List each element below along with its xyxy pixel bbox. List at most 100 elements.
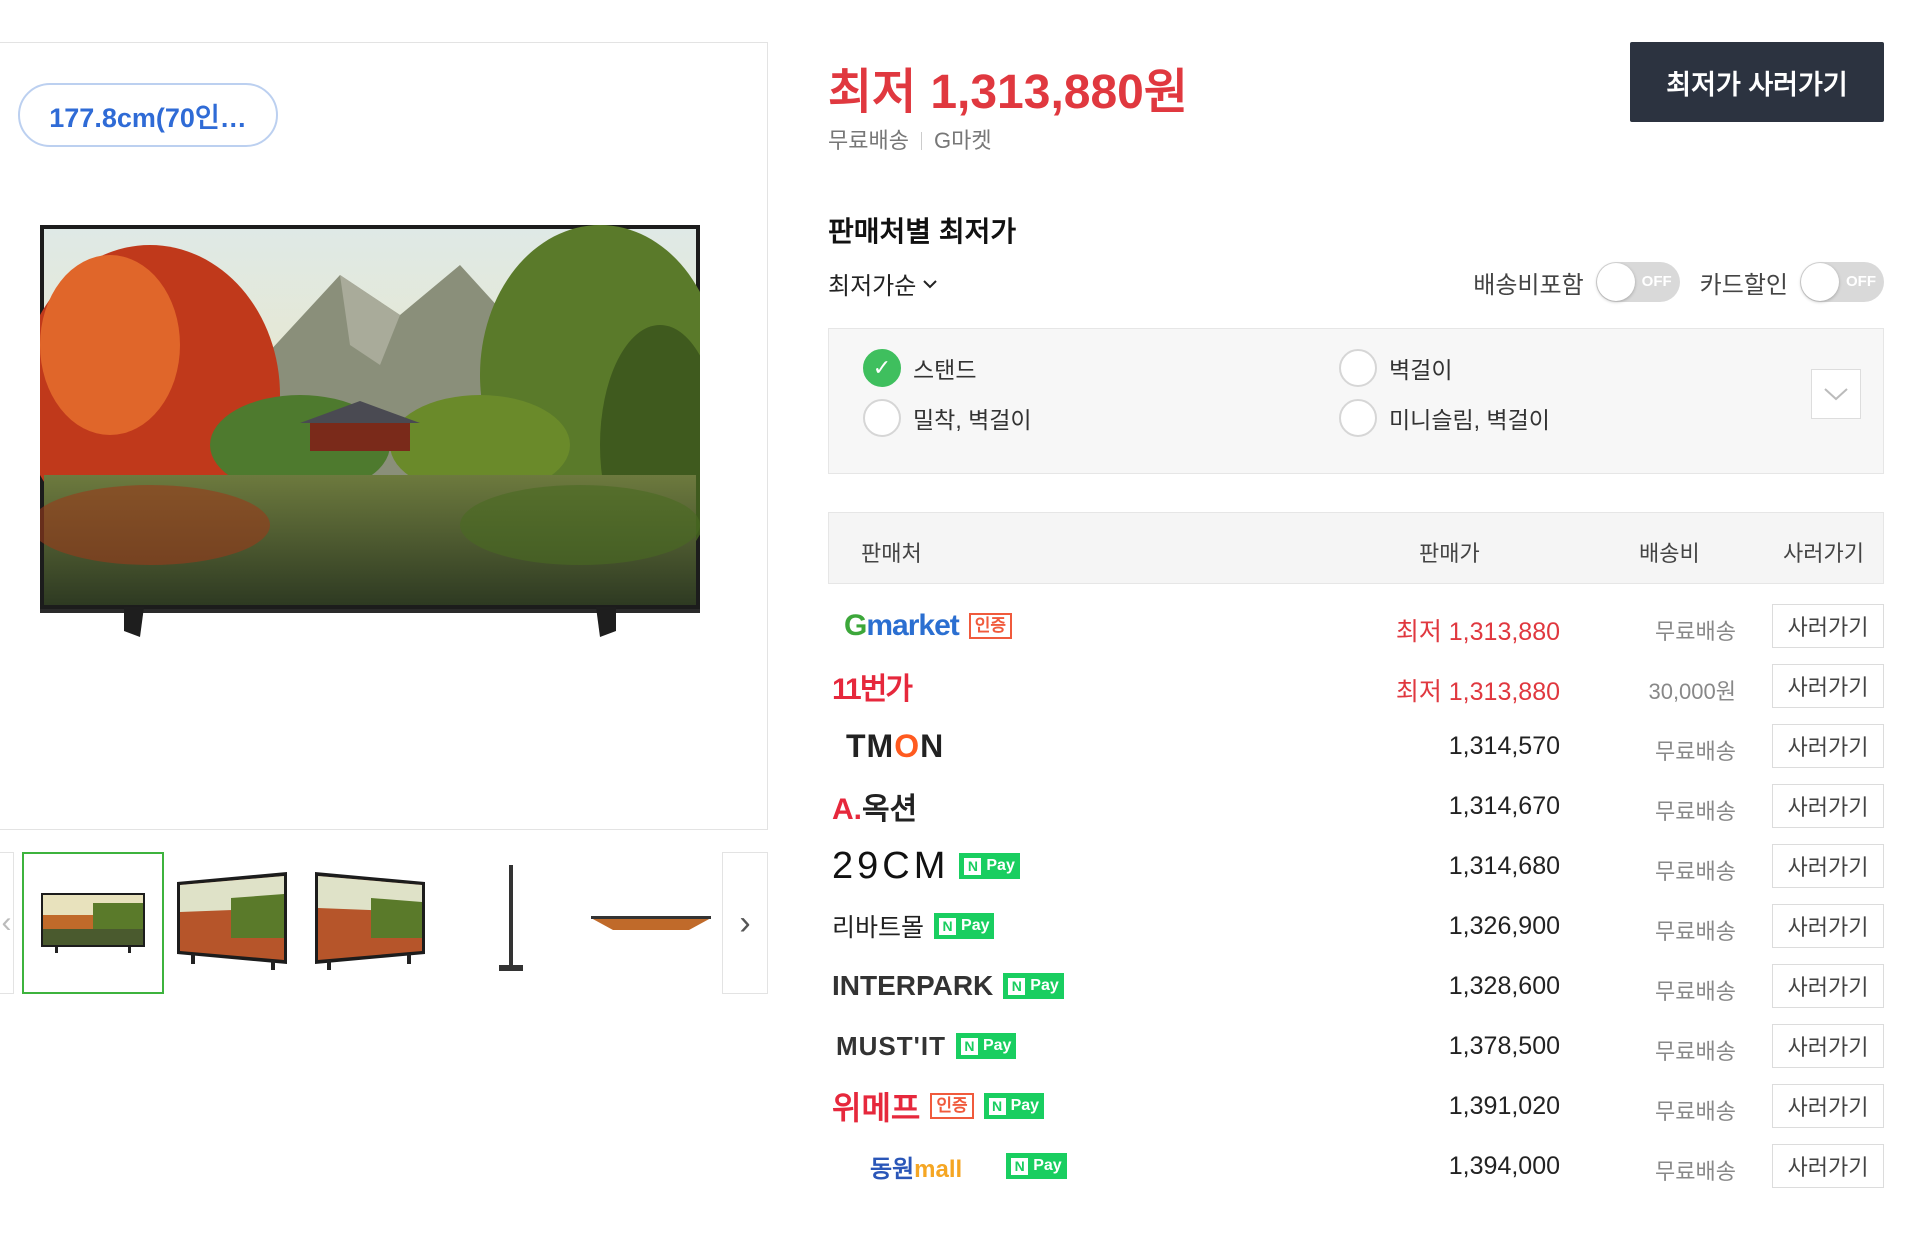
lowest-price-shipping: 무료배송 xyxy=(828,128,909,153)
row-buy-button[interactable]: 사러가기 xyxy=(1772,1144,1884,1188)
thumbnail-side-view[interactable] xyxy=(440,852,582,994)
row-price: 최저 1,313,880 xyxy=(1396,672,1560,708)
chevron-left-icon[interactable]: ‹ xyxy=(0,852,14,994)
table-row: MUST'IT N Pay 1,378,500 무료배송 사러가기 xyxy=(828,1016,1884,1076)
toggle-state: OFF xyxy=(1641,273,1672,290)
option-wall[interactable]: 벽걸이 xyxy=(1339,349,1452,387)
row-buy-button[interactable]: 사러가기 xyxy=(1772,844,1884,888)
chevron-down-icon[interactable] xyxy=(1811,369,1861,419)
thumbnail-angle-right-view[interactable] xyxy=(300,852,442,994)
row-price: 1,314,570 xyxy=(1448,732,1560,760)
seller-logo-dongwonmall[interactable]: 동원mall N Pay xyxy=(832,1144,1067,1188)
size-option-chip[interactable]: 177.8cm(70인… xyxy=(18,83,278,147)
row-buy-button[interactable]: 사러가기 xyxy=(1772,904,1884,948)
seller-logo-tmon[interactable]: TMON xyxy=(832,724,944,768)
row-buy-button[interactable]: 사러가기 xyxy=(1772,724,1884,768)
price-value: 1,313,880 xyxy=(1448,618,1560,646)
npay-badge: N Pay xyxy=(934,913,995,939)
chevron-right-icon[interactable]: › xyxy=(722,852,768,994)
npay-badge: N Pay xyxy=(983,1093,1045,1119)
row-buy-button[interactable]: 사러가기 xyxy=(1772,664,1884,708)
price-value: 1,313,880 xyxy=(1448,678,1560,706)
thumbnail-top-view[interactable] xyxy=(580,852,722,994)
row-buy-button[interactable]: 사러가기 xyxy=(1772,964,1884,1008)
option-stand[interactable]: ✓ 스탠드 xyxy=(863,349,976,387)
npay-label: Pay xyxy=(961,917,990,934)
table-row: TMON 1,314,570 무료배송 사러가기 xyxy=(828,716,1884,776)
seller-logo-livartmall[interactable]: 리바트몰 N Pay xyxy=(832,904,995,948)
seller-logo-gmarket[interactable]: Gmarket 인증 xyxy=(832,604,1013,648)
row-shipping: 무료배송 xyxy=(1655,859,1736,884)
option-slim-wall[interactable]: 미니슬림, 벽걸이 xyxy=(1339,399,1550,437)
npay-n-icon: N xyxy=(988,1097,1006,1115)
option-flush-wall[interactable]: 밀착, 벽걸이 xyxy=(863,399,1032,437)
lowest-price: 최저 1,313,880원 xyxy=(828,52,1188,122)
buy-lowest-button[interactable]: 최저가 사러가기 xyxy=(1630,42,1884,122)
row-shipping: 무료배송 xyxy=(1655,619,1736,644)
seller-name: 29CM xyxy=(832,844,950,887)
seller-table-header: 판매처 판매가 배송비 사러가기 xyxy=(828,512,1884,584)
seller-name: 위메프 xyxy=(832,1090,921,1126)
seller-logo-11st[interactable]: 11번가 xyxy=(832,664,913,708)
header-price: 판매가 xyxy=(1419,541,1480,566)
header-buy: 사러가기 xyxy=(1783,541,1864,566)
toggle-shipping-label: 배송비포함 xyxy=(1473,271,1584,299)
lowest-tag: 최저 xyxy=(1395,678,1442,706)
seller-logo-mustit[interactable]: MUST'IT N Pay xyxy=(832,1024,1017,1068)
card-discount-toggle[interactable]: OFF xyxy=(1800,262,1884,302)
table-row: A.옥션 1,314,670 무료배송 사러가기 xyxy=(828,776,1884,836)
row-price: 1,326,900 xyxy=(1448,912,1560,940)
option-filter-box: ✓ 스탠드 벽걸이 밀착, 벽걸이 미니슬림, 벽걸이 xyxy=(828,328,1884,474)
seller-logo-interpark[interactable]: INTERPARK N Pay xyxy=(832,964,1064,1008)
row-shipping: 무료배송 xyxy=(1655,1039,1736,1064)
option-label: 미니슬림, 벽걸이 xyxy=(1389,407,1550,433)
row-price: 1,391,020 xyxy=(1448,1092,1560,1120)
table-row: 리바트몰 N Pay 1,326,900 무료배송 사러가기 xyxy=(828,896,1884,956)
row-buy-button[interactable]: 사러가기 xyxy=(1772,1084,1884,1128)
row-shipping: 무료배송 xyxy=(1655,799,1736,824)
npay-n-icon: N xyxy=(1011,1157,1029,1175)
lowest-price-meta: 무료배송 G마켓 xyxy=(828,123,992,155)
npay-n-icon: N xyxy=(960,1037,978,1055)
seller-name: 리바트몰 xyxy=(832,914,925,942)
toggle-knob xyxy=(1801,263,1839,301)
npay-label: Pay xyxy=(1010,1097,1040,1114)
lowest-price-seller: G마켓 xyxy=(933,128,992,153)
row-shipping: 무료배송 xyxy=(1655,739,1736,764)
sort-dropdown[interactable]: 최저가순 xyxy=(828,266,938,301)
npay-label: Pay xyxy=(1030,977,1059,994)
row-price: 최저 1,313,880 xyxy=(1396,612,1560,648)
seller-name: 11번가 xyxy=(832,673,913,706)
row-buy-button[interactable]: 사러가기 xyxy=(1772,784,1884,828)
row-buy-button[interactable]: 사러가기 xyxy=(1772,604,1884,648)
row-price: 1,378,500 xyxy=(1448,1032,1560,1060)
thumbnail-angle-left-view[interactable] xyxy=(160,852,302,994)
lowest-tag: 최저 xyxy=(1395,618,1442,646)
seller-logo-wemakeprice[interactable]: 위메프 인증 N Pay xyxy=(832,1084,1045,1128)
npay-label: Pay xyxy=(986,857,1015,874)
radio-icon xyxy=(863,399,901,437)
row-price: 1,314,680 xyxy=(1448,852,1560,880)
thumbnail-front-view[interactable] xyxy=(22,852,164,994)
product-image-panel: 177.8cm(70인… xyxy=(0,42,768,830)
section-title: 판매처별 최저가 xyxy=(828,216,1017,247)
seller-logo-auction[interactable]: A.옥션 xyxy=(832,784,917,828)
row-shipping: 무료배송 xyxy=(1655,1159,1736,1184)
row-shipping: 무료배송 xyxy=(1655,919,1736,944)
seller-logo-29cm[interactable]: 29CM N Pay xyxy=(832,844,1020,888)
row-shipping: 무료배송 xyxy=(1655,1099,1736,1124)
radio-icon xyxy=(1339,349,1377,387)
npay-badge: N Pay xyxy=(959,853,1020,879)
toggle-state: OFF xyxy=(1846,273,1876,290)
npay-label: Pay xyxy=(982,1037,1012,1054)
shipping-included-toggle[interactable]: OFF xyxy=(1595,262,1680,302)
npay-label: Pay xyxy=(1033,1157,1062,1174)
row-shipping: 무료배송 xyxy=(1655,979,1736,1004)
table-row: 동원mall N Pay 1,394,000 무료배송 사러가기 xyxy=(828,1136,1884,1196)
row-shipping: 30,000원 xyxy=(1648,679,1736,704)
npay-n-icon: N xyxy=(939,917,957,935)
divider xyxy=(920,132,922,150)
seller-name: 동원mall xyxy=(870,1155,963,1183)
thumbnail-strip: ‹ › xyxy=(0,852,768,994)
row-buy-button[interactable]: 사러가기 xyxy=(1772,1024,1884,1068)
